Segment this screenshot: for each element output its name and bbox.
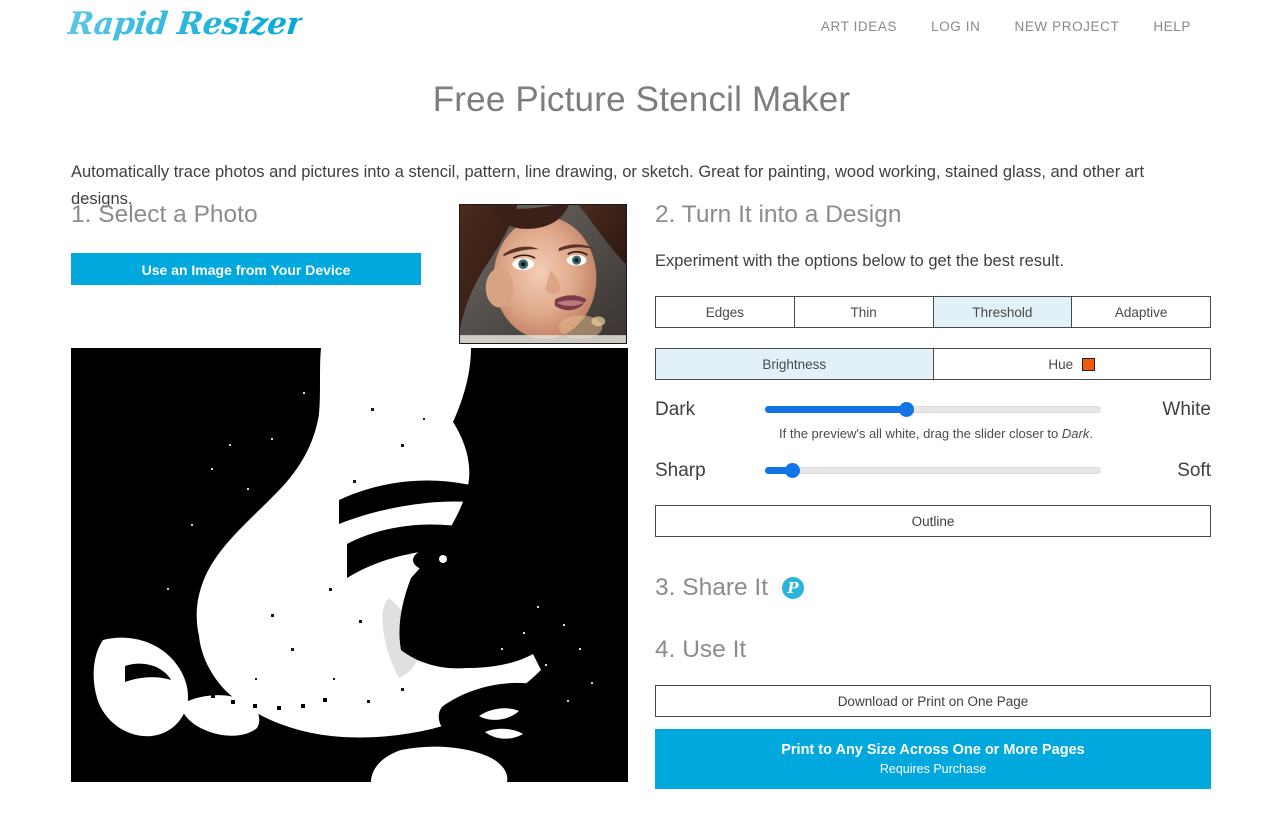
step-3-heading: 3. Share It <box>655 574 769 601</box>
tab-hue-label: Hue <box>1048 356 1074 372</box>
site-header: Rapid Resizer ART IDEAS LOG IN NEW PROJE… <box>0 0 1283 60</box>
page-root: Rapid Resizer ART IDEAS LOG IN NEW PROJE… <box>0 0 1283 835</box>
site-logo[interactable]: Rapid Resizer <box>66 6 304 42</box>
threshold-slider-fill <box>765 406 907 413</box>
threshold-slider-right-label: White <box>1162 399 1211 420</box>
tab-adaptive[interactable]: Adaptive <box>1072 297 1210 327</box>
step-2-column: 2. Turn It into a Design Experiment with… <box>655 200 1211 789</box>
channel-tabs: Brightness Hue <box>655 348 1211 380</box>
step-1-heading: 1. Select a Photo <box>71 201 258 228</box>
threshold-slider-thumb[interactable] <box>899 402 915 417</box>
trace-mode-tabs: Edges Thin Threshold Adaptive <box>655 296 1211 328</box>
step-3-section: 3. Share It P <box>655 573 1211 603</box>
outline-button[interactable]: Outline <box>655 505 1211 537</box>
smoothing-slider-right-label: Soft <box>1177 460 1211 481</box>
smoothing-slider-left-label: Sharp <box>655 460 706 481</box>
tab-thin[interactable]: Thin <box>794 297 934 327</box>
stencil-preview-image <box>71 348 628 782</box>
threshold-slider[interactable] <box>765 400 1101 420</box>
tab-edges[interactable]: Edges <box>656 297 795 327</box>
print-any-size-title: Print to Any Size Across One or More Pag… <box>781 742 1085 758</box>
tab-brightness[interactable]: Brightness <box>656 349 934 379</box>
main-navigation: ART IDEAS LOG IN NEW PROJECT HELP <box>821 19 1191 34</box>
smoothing-slider-track[interactable] <box>765 467 1101 474</box>
nav-item-help[interactable]: HELP <box>1153 19 1191 34</box>
step-2-heading: 2. Turn It into a Design <box>655 201 902 228</box>
use-image-from-device-button[interactable]: Use an Image from Your Device <box>71 253 421 285</box>
download-or-print-button[interactable]: Download or Print on One Page <box>655 685 1211 717</box>
tab-threshold[interactable]: Threshold <box>933 297 1073 327</box>
hint-text-before: If the preview's all white, drag the sli… <box>779 426 1062 441</box>
smoothing-slider-row: Sharp Soft <box>655 460 1211 482</box>
step-4-heading: 4. Use It <box>655 636 747 663</box>
step-4-section: 4. Use It Download or Print on One Page … <box>655 635 1211 789</box>
hint-text-after: . <box>1089 426 1093 441</box>
nav-item-new-project[interactable]: NEW PROJECT <box>1014 19 1119 34</box>
nav-item-art-ideas[interactable]: ART IDEAS <box>821 19 897 34</box>
hint-emphasis: Dark <box>1061 426 1090 441</box>
print-any-size-button[interactable]: Print to Any Size Across One or More Pag… <box>655 729 1211 789</box>
threshold-slider-left-label: Dark <box>655 399 696 420</box>
hue-color-swatch[interactable] <box>1082 357 1096 371</box>
threshold-slider-hint: If the preview's all white, drag the sli… <box>661 426 1211 441</box>
step-3-heading-row: 3. Share It P <box>655 573 1211 603</box>
step-2-subtitle: Experiment with the options below to get… <box>655 252 1065 270</box>
smoothing-slider[interactable] <box>765 461 1101 481</box>
threshold-slider-row: Dark White <box>655 399 1211 421</box>
print-any-size-subtitle: Requires Purchase <box>879 762 987 776</box>
step-1-column: 1. Select a Photo Use an Image from Your… <box>71 200 631 285</box>
smoothing-slider-thumb[interactable] <box>784 463 800 478</box>
nav-item-log-in[interactable]: LOG IN <box>931 19 980 34</box>
page-title: Free Picture Stencil Maker <box>432 80 851 119</box>
tab-hue[interactable]: Hue <box>933 349 1210 379</box>
pinterest-icon[interactable]: P <box>782 577 805 599</box>
stencil-preview[interactable] <box>71 348 628 782</box>
